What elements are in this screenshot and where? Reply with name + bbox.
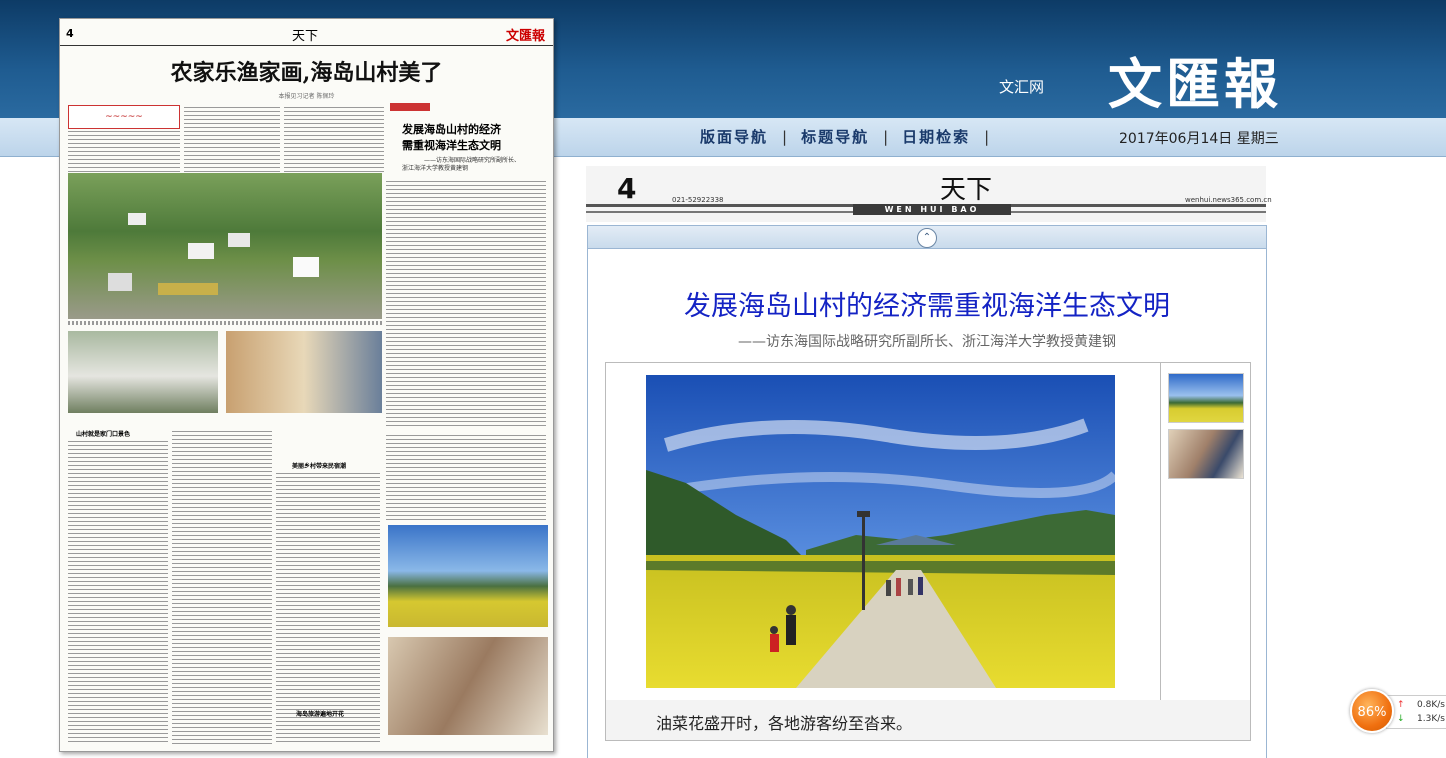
thumb-page-header: 4 天下 文匯報 <box>60 19 553 46</box>
photo-caption: 油菜花盛开时，各地游客纷至沓来。 <box>656 714 913 733</box>
thumb-interview-box[interactable]: 发展海岛山村的经济 需重视海洋生态文明 ——访东海国际战略研究所副所长、 浙江海… <box>390 103 550 175</box>
download-speed: 1.3K/s <box>1417 714 1445 724</box>
photo-thumbnail-2[interactable] <box>1168 429 1244 479</box>
thumb-house-photo[interactable] <box>68 331 218 413</box>
thumb-text-column <box>172 429 272 745</box>
article-subheadline: ——访东海国际战略研究所副所长、浙江海洋大学教授黄建钢 <box>738 334 1116 350</box>
thumb-text-column <box>184 105 280 173</box>
date-search-link[interactable]: 日期检索 <box>902 126 970 147</box>
thumb-section-name: 天下 <box>292 29 319 44</box>
title-nav-link[interactable]: 标题导航 <box>801 126 869 147</box>
layout-nav-link[interactable]: 版面导航 <box>700 126 768 147</box>
current-date: 2017年06月14日 星期三 <box>1119 131 1279 147</box>
page-url: wenhui.news365.com.cn <box>1185 196 1272 204</box>
thumb-masthead: 文匯報 <box>506 29 546 44</box>
thumb-gallery-photo[interactable] <box>226 331 382 413</box>
thumb-text-column <box>386 179 546 429</box>
main-nav: 版面导航 | 标题导航 | 日期检索 | <box>700 126 1003 147</box>
arrow-up-icon: ↑ <box>1397 700 1405 710</box>
memory-usage-ball[interactable]: 86% <box>1350 689 1394 733</box>
thumb-village-photo[interactable] <box>68 173 382 319</box>
thumb-interview-title-2: 需重视海洋生态文明 <box>402 139 501 152</box>
page-phone: 021-52922338 <box>672 196 724 204</box>
thumb-text-column <box>68 129 180 173</box>
page-number: 4 <box>617 172 637 205</box>
arrow-down-icon: ↓ <box>1397 714 1405 724</box>
thumb-byline: 本报见习记者 陈佩玲 <box>278 93 335 100</box>
canola-field-photo <box>646 375 1115 688</box>
network-speed-widget[interactable]: ↑ 0.8K/s ↓ 1.3K/s 86% <box>1350 689 1446 733</box>
thumb-text-column <box>68 439 168 745</box>
thumb-interview-sub-2: 浙江海洋大学教授黄建钢 <box>402 165 469 172</box>
upload-speed: 0.8K/s <box>1417 700 1445 710</box>
thumb-page-number: 4 <box>66 27 74 40</box>
thumb-text-column <box>284 105 384 173</box>
nav-separator: | <box>883 127 889 146</box>
thumb-canola-photo[interactable] <box>388 525 548 627</box>
thumb-section-heading-3: 海岛旅游遍地开花 <box>296 711 345 718</box>
thumb-text-column <box>276 471 380 745</box>
site-name[interactable]: 文汇网 <box>999 76 1044 97</box>
nav-separator: | <box>984 127 990 146</box>
article-headline: 发展海岛山村的经济需重视海洋生态文明 <box>684 291 1170 322</box>
page-thumbnail[interactable]: 4 天下 文匯報 农家乐渔家画,海岛山村美了 本报见习记者 陈佩玲 ~~~~~ … <box>59 18 554 752</box>
article-panel: ⌃ 发展海岛山村的经济需重视海洋生态文明 ——访东海国际战略研究所副所长、浙江海… <box>587 225 1267 758</box>
thumb-interview-title-1: 发展海岛山村的经济 <box>402 123 501 136</box>
thumb-column-logo: ~~~~~ <box>68 105 180 129</box>
photo-caption-box: 油菜花盛开时，各地游客纷至沓来。 <box>605 700 1251 741</box>
thumb-photo-caption <box>68 321 382 325</box>
nav-separator: | <box>782 127 788 146</box>
chevron-up-icon[interactable]: ⌃ <box>917 228 937 248</box>
collapse-bar[interactable]: ⌃ <box>588 226 1266 249</box>
thumb-headline[interactable]: 农家乐渔家画,海岛山村美了 <box>60 55 553 87</box>
thumb-text-column <box>386 433 546 523</box>
thumb-section-heading-1: 山村就是家门口景色 <box>76 431 131 438</box>
main-photo[interactable] <box>646 375 1115 688</box>
thumb-section-heading-2: 美丽乡村带来民宿潮 <box>292 463 347 470</box>
photo-divider <box>1160 363 1161 701</box>
page-name: 天下 <box>940 175 993 205</box>
photo-viewer <box>605 362 1251 702</box>
paper-name-band: WEN HUI BAO <box>853 204 1011 215</box>
newspaper-logo[interactable]: 文匯報 <box>1108 40 1282 119</box>
speed-panel: ↑ 0.8K/s ↓ 1.3K/s <box>1386 695 1446 729</box>
photo-thumbnail-1[interactable] <box>1168 373 1244 423</box>
thumb-elder-photo[interactable] <box>388 637 548 735</box>
